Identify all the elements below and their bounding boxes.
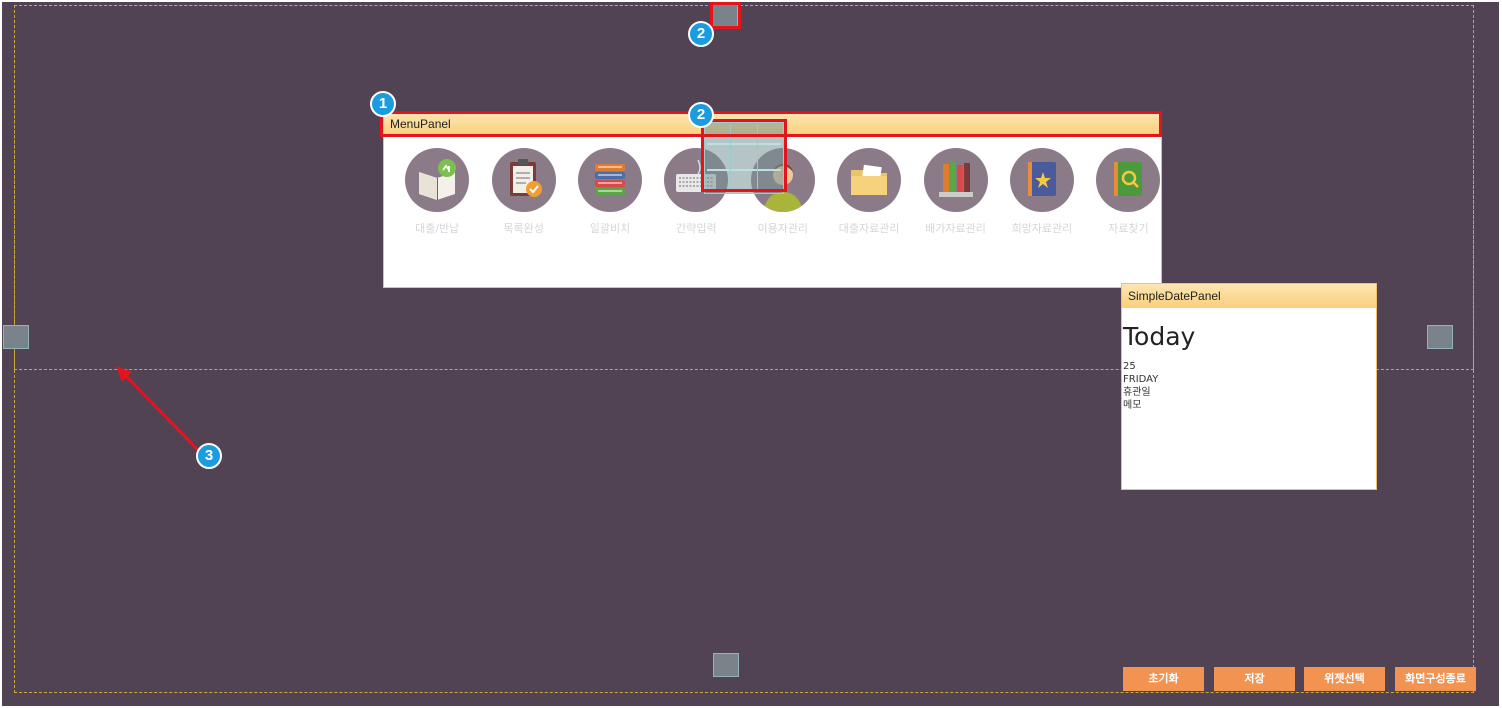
book-stack-icon	[577, 148, 642, 212]
bookshelf-icon	[923, 148, 988, 212]
highlight-top-handle	[710, 2, 741, 29]
menu-item-label: 일괄비치	[589, 222, 631, 235]
highlight-drag-ghost	[701, 119, 787, 192]
simple-date-panel[interactable]: SimpleDatePanel Today 25 FRIDAY 휴관일 메모	[1121, 283, 1377, 490]
layout-workspace: MenuPanel 대출/반납 목록완성 일괄비치 간략입력 이용자관리 대출자…	[2, 2, 1499, 706]
menu-item-label: 희망자료관리	[1011, 222, 1073, 235]
exit-layout-button[interactable]: 화면구성종료	[1395, 667, 1476, 691]
annotation-marker-2-panel: 2	[688, 102, 714, 128]
annotation-marker-2-top: 2	[688, 21, 714, 47]
menu-item-wish-material[interactable]: 희망자료관리	[999, 148, 1085, 236]
book-return-icon	[405, 148, 470, 212]
menu-item-label: 대출/반납	[415, 222, 460, 235]
clipboard-check-icon	[491, 148, 556, 212]
drop-handle-bottom[interactable]	[713, 653, 739, 677]
date-panel-title[interactable]: SimpleDatePanel	[1122, 284, 1376, 308]
menu-item-label: 배가자료관리	[925, 222, 986, 235]
date-day: 25	[1123, 361, 1136, 372]
menu-item-label: 목록완성	[503, 222, 544, 235]
date-weekday: FRIDAY	[1123, 374, 1159, 385]
star-book-icon	[1009, 148, 1074, 212]
menu-item-label: 자료찾기	[1108, 222, 1149, 235]
folder-icon	[837, 148, 902, 212]
date-memo[interactable]: 메모	[1123, 399, 1158, 412]
menu-item-label: 이용자관리	[757, 222, 809, 235]
date-info: 25 FRIDAY 휴관일 메모	[1123, 360, 1158, 412]
widget-select-button[interactable]: 위젯선택	[1304, 667, 1385, 691]
menu-item-find-material[interactable]: 자료찾기	[1085, 148, 1171, 236]
annotation-marker-3: 3	[196, 443, 222, 469]
menu-item-bulk-place[interactable]: 일괄비치	[567, 148, 653, 236]
reset-button[interactable]: 초기화	[1123, 667, 1204, 691]
search-book-icon	[1096, 148, 1161, 212]
save-button[interactable]: 저장	[1214, 667, 1295, 691]
menu-item-label: 대출자료관리	[838, 222, 900, 235]
menu-item-loan-return[interactable]: 대출/반납	[394, 148, 480, 236]
menu-item-list-complete[interactable]: 목록완성	[480, 148, 566, 236]
drop-handle-left[interactable]	[3, 325, 29, 349]
menu-item-loan-material[interactable]: 대출자료관리	[826, 148, 912, 236]
date-status: 휴관일	[1123, 387, 1151, 398]
drop-handle-right[interactable]	[1427, 325, 1453, 349]
menu-item-shelving-material[interactable]: 배가자료관리	[912, 148, 998, 236]
today-heading: Today	[1123, 322, 1196, 351]
annotation-marker-1: 1	[370, 91, 396, 117]
menu-item-label: 간략입력	[676, 222, 717, 235]
